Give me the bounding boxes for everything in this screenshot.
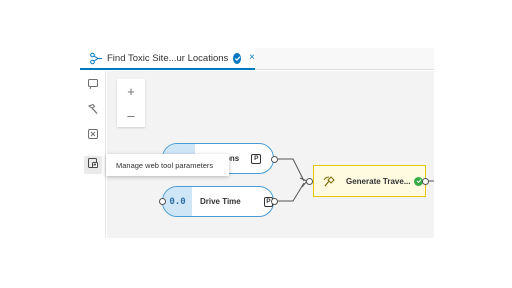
drive-time-input-node[interactable]: 0.0 Drive Time P — [162, 186, 274, 217]
hammer-tool-button[interactable] — [84, 102, 102, 120]
drive-time-node-label: Drive Time — [199, 197, 241, 206]
parameter-badge: P — [251, 153, 262, 164]
model-icon — [90, 52, 103, 65]
output-port[interactable] — [271, 156, 278, 163]
output-port[interactable] — [422, 178, 429, 185]
number-icon-text: 0.0 — [169, 196, 186, 207]
connect-tool-icon — [87, 77, 99, 95]
model-tab-bar: Find Toxic Site...ur Locations × — [80, 48, 434, 70]
model-tab[interactable]: Find Toxic Site...ur Locations × — [80, 48, 255, 70]
number-variable-icon: 0.0 — [163, 187, 192, 216]
hammer-tool-icon — [87, 102, 99, 120]
close-tab-button[interactable]: × — [249, 53, 255, 63]
generate-tool-node[interactable]: Generate Trave... — [313, 165, 426, 197]
model-toolbar — [80, 71, 106, 238]
output-port[interactable] — [271, 198, 278, 205]
manage-parameters-icon — [87, 156, 99, 174]
variable-tool-icon — [87, 127, 99, 145]
manage-parameters-button[interactable] — [84, 156, 102, 174]
input-port[interactable] — [159, 198, 166, 205]
input-port[interactable] — [306, 178, 313, 185]
tooltip: Manage web tool parameters — [106, 154, 229, 176]
geoprocessing-tool-icon — [322, 174, 336, 188]
variable-tool-button[interactable] — [84, 127, 102, 145]
generate-node-label: Generate Trave... — [346, 176, 411, 186]
connect-tool-button[interactable] — [84, 77, 102, 95]
check-circle-icon — [233, 52, 242, 64]
model-tab-title: Find Toxic Site...ur Locations — [107, 52, 229, 64]
